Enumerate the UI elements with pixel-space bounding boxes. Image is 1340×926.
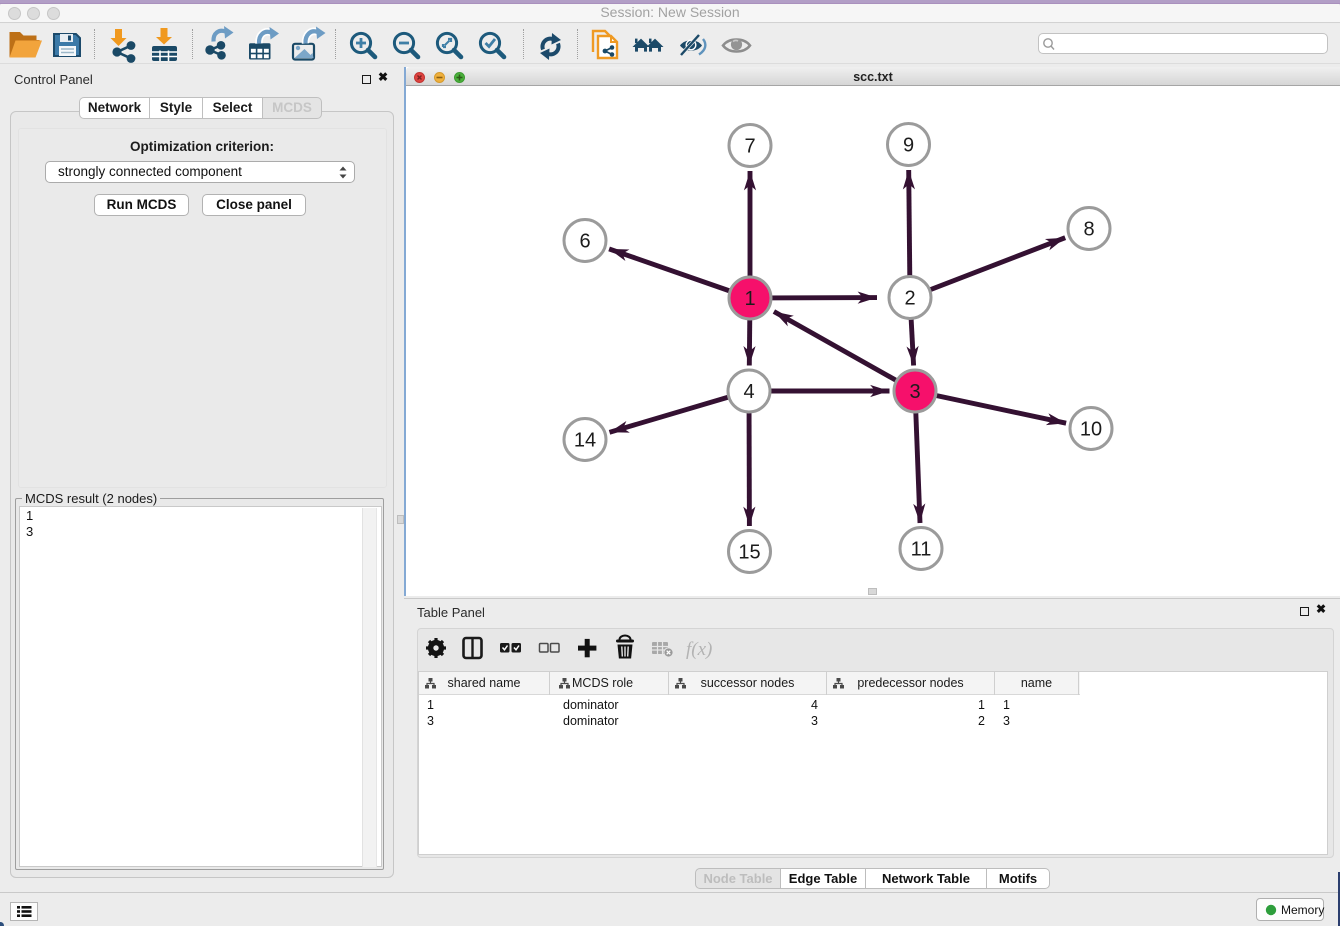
svg-text:4: 4	[743, 381, 754, 403]
svg-text:f(x): f(x)	[686, 639, 712, 660]
svg-text:8: 8	[1083, 219, 1094, 241]
svg-text:14: 14	[574, 430, 596, 452]
svg-text:15: 15	[738, 542, 760, 564]
svg-text:1: 1	[744, 288, 755, 310]
svg-text:7: 7	[744, 136, 755, 158]
svg-text:9: 9	[903, 135, 914, 157]
svg-text:6: 6	[579, 231, 590, 253]
svg-text:10: 10	[1080, 419, 1102, 441]
svg-text:11: 11	[911, 539, 932, 561]
svg-text:2: 2	[904, 288, 915, 310]
svg-text:3: 3	[909, 381, 920, 403]
